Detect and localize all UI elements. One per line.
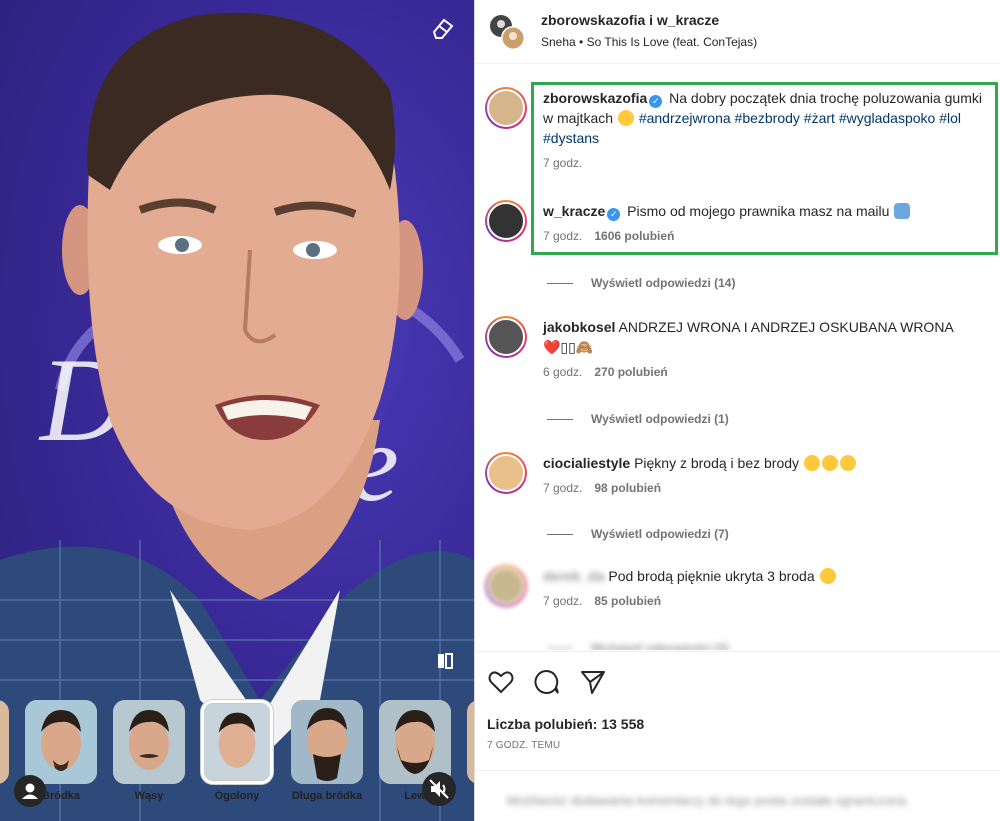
audio-track[interactable]: Sneha • So This Is Love (feat. ConTejas) — [541, 35, 757, 49]
verified-badge-icon: ✓ — [649, 95, 663, 108]
comment-time: 7 godz. — [543, 481, 583, 495]
comments-disabled-text: Możliwość dodawania komentarzy do tego p… — [507, 793, 910, 808]
view-replies-button[interactable]: Wyświetl odpowiedzi (1) — [547, 412, 729, 426]
comment-username[interactable]: ciocialiestyle — [543, 455, 630, 471]
person-icon — [22, 783, 38, 799]
filter-thumbnail — [113, 700, 185, 784]
rofl-emoji-icon — [821, 455, 838, 471]
filter-partial[interactable] — [0, 700, 10, 784]
filter-thumbnail — [0, 700, 9, 784]
filter-wasy[interactable]: Wąsy — [112, 700, 186, 803]
mute-button[interactable] — [422, 772, 456, 806]
post-actions: Liczba polubień: 13 558 7 GODZ. TEMU Moż… — [475, 651, 1000, 821]
view-replies-button[interactable]: Wyświetl odpowiedzi (3) — [547, 641, 729, 650]
comment-likes[interactable]: 98 polubień — [594, 481, 661, 495]
comment-text: Piękny z brodą i bez brody — [634, 455, 800, 471]
post-time: 7 GODZ. TEMU — [487, 740, 561, 751]
comment-username[interactable]: w_kracze — [543, 203, 605, 219]
comment-icon[interactable] — [533, 668, 561, 696]
post-header: zborowskazofia i w_kracze Sneha • So Thi… — [475, 0, 1000, 64]
comment-username[interactable]: zborowskazofia — [543, 90, 647, 106]
post-side-panel: zborowskazofia i w_kracze Sneha • So Thi… — [474, 0, 1000, 821]
eraser-icon[interactable] — [428, 14, 456, 42]
filter-label: Wąsy — [134, 790, 164, 802]
filter-thumbnail — [291, 700, 363, 784]
post-media[interactable]: D e Bródka Wąsy Ogolony Długa bródka Lew — [0, 0, 474, 821]
comment-text: Pod brodą pięknie ukryta 3 broda — [608, 568, 815, 584]
filter-strip: Bródka Wąsy Ogolony Długa bródka Lew — [0, 700, 474, 821]
avatar[interactable] — [485, 87, 527, 129]
comments-list[interactable]: zborowskazofia ✓ Na dobry początek dnia t… — [475, 65, 1000, 650]
filter-thumbnail — [467, 700, 474, 784]
speaker-muted-icon — [429, 779, 449, 799]
user-tag-button[interactable] — [14, 775, 46, 807]
filter-partial-right[interactable]: M — [466, 700, 474, 803]
zany-face-emoji-icon — [617, 110, 634, 126]
filter-dluga-brodka[interactable]: Długa bródka — [290, 700, 364, 803]
likes-count[interactable]: Liczba polubień: 13 558 — [487, 716, 644, 732]
filter-ogolony[interactable]: Ogolony — [200, 700, 274, 803]
share-icon[interactable] — [579, 668, 607, 696]
grinning-face-emoji-icon — [819, 568, 836, 584]
comment-time: 7 godz. — [543, 594, 583, 608]
comment-text: Pismo od mojego prawnika masz na mailu — [627, 203, 890, 219]
filter-thumbnail — [201, 700, 273, 784]
comment-likes[interactable]: 85 polubień — [594, 594, 661, 608]
filter-label: Ogolony — [214, 790, 260, 802]
comment-emojis: ❤️▯▯🙈 — [543, 339, 594, 355]
comment-time: 7 godz. — [543, 156, 583, 170]
filter-label: Długa bródka — [291, 790, 363, 802]
avatar[interactable] — [485, 565, 527, 607]
comments-disabled-note: Możliwość dodawania komentarzy do tego p… — [475, 770, 1000, 821]
heart-icon[interactable] — [487, 668, 515, 696]
avatar[interactable] — [485, 200, 527, 242]
post-authors[interactable]: zborowskazofia i w_kracze — [541, 12, 719, 28]
comment-time: 7 godz. — [543, 229, 583, 243]
avatar[interactable] — [485, 452, 527, 494]
comment-time: 6 godz. — [543, 365, 583, 379]
rofl-emoji-icon — [839, 455, 856, 471]
rofl-emoji-icon — [803, 455, 820, 471]
filter-thumbnail — [25, 700, 97, 784]
compare-icon[interactable] — [436, 652, 454, 670]
comment-likes[interactable]: 270 polubień — [594, 365, 667, 379]
comment-text: ANDRZEJ WRONA I ANDRZEJ OSKUBANA WRONA — [618, 319, 954, 335]
filter-label: M — [466, 790, 474, 803]
comment-username[interactable]: derek_da — [543, 568, 604, 584]
view-replies-button[interactable]: Wyświetl odpowiedzi (7) — [547, 527, 729, 541]
collab-avatars[interactable] — [489, 14, 525, 50]
man-portrait — [0, 12, 474, 821]
view-replies-button[interactable]: Wyświetl odpowiedzi (14) — [547, 276, 735, 290]
comment-likes[interactable]: 1606 polubień — [594, 229, 674, 243]
person-tipping-hand-emoji-icon — [894, 203, 911, 219]
avatar[interactable] — [485, 316, 527, 358]
verified-badge-icon: ✓ — [607, 208, 621, 221]
comment-username[interactable]: jakobkosel — [543, 319, 615, 335]
